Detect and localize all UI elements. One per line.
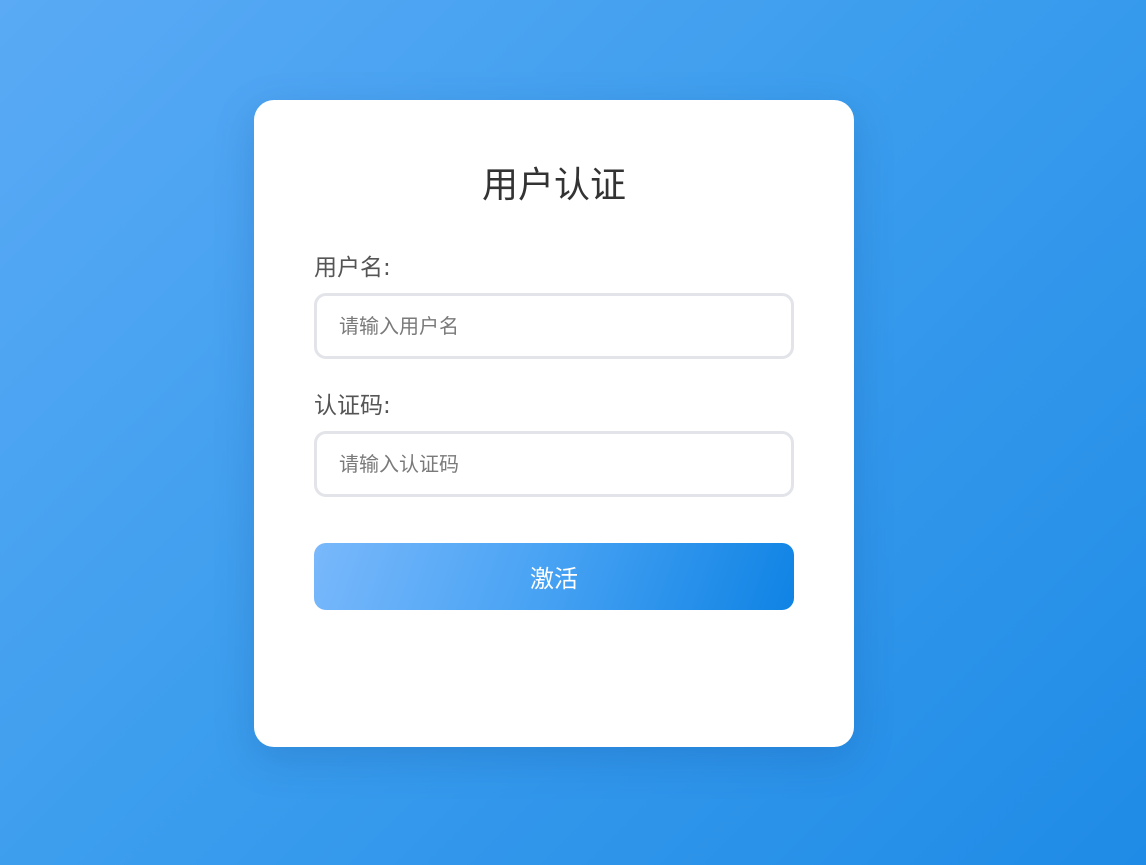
page-title: 用户认证 — [481, 165, 626, 206]
activate-button[interactable]: 激活 — [314, 543, 794, 610]
auth-card: 用户认证 用户名: 认证码: 激活 — [254, 100, 854, 747]
username-field-wrapper — [314, 293, 794, 359]
code-field-wrapper — [314, 431, 794, 497]
code-input[interactable] — [317, 434, 791, 494]
username-input[interactable] — [317, 296, 791, 356]
code-label: 认证码: — [314, 393, 391, 419]
username-label: 用户名: — [314, 255, 391, 281]
